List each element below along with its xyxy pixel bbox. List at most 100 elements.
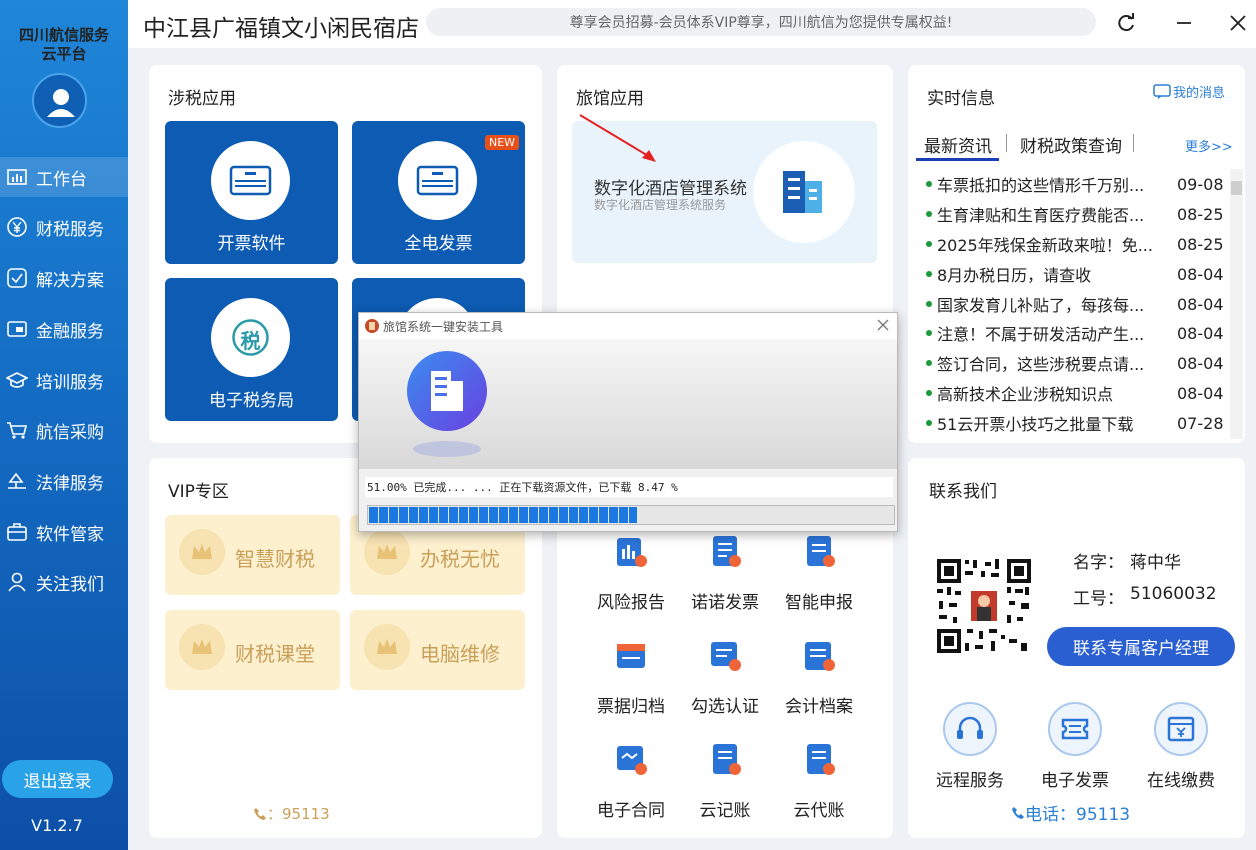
news-item[interactable]: 51云开票小技巧之批量下载 07-28: [926, 408, 1226, 438]
contact-phone-number: 电话：95113: [1025, 805, 1131, 825]
tab-divider: [1133, 134, 1134, 152]
crown-icon: [179, 624, 225, 670]
toolbox-icon: [7, 523, 27, 541]
close-icon[interactable]: [1225, 10, 1251, 36]
news-date: 08-25: [1177, 234, 1224, 254]
e-invoice-tile[interactable]: NEW 全电发票: [352, 121, 525, 264]
service-accounting-archive[interactable]: 会计档案: [774, 636, 864, 717]
service-bill-archive[interactable]: 票据归档: [586, 636, 676, 717]
app-icon: [365, 319, 379, 333]
logout-button[interactable]: 退出登录: [2, 760, 113, 798]
my-messages-link[interactable]: 我的消息: [1153, 82, 1225, 101]
news-title: 签订合同，这些涉税要点请...: [937, 355, 1145, 374]
tile-icon-bg: [211, 141, 290, 220]
icon-circle: [1048, 702, 1102, 756]
service-smart-filing[interactable]: 智能申报: [774, 532, 864, 613]
sidebar-item-training[interactable]: 培训服务: [0, 360, 128, 400]
online-payment-service[interactable]: 在线缴费: [1131, 702, 1231, 791]
scroll-thumb[interactable]: [1231, 181, 1242, 195]
realtime-title: 实时信息: [927, 89, 995, 109]
folder-icon: [805, 642, 835, 671]
sidebar-item-finance[interactable]: 金融服务: [0, 309, 128, 349]
contact-manager-button[interactable]: 联系专属客户经理: [1047, 627, 1235, 666]
sidebar-item-label: 关注我们: [36, 574, 104, 595]
news-title: 车票抵扣的这些情形千万别...: [937, 176, 1145, 195]
vip-item-smart-tax[interactable]: 智慧财税: [165, 515, 340, 595]
sidebar-item-label: 软件管家: [36, 524, 104, 545]
vip-item-pc-repair[interactable]: 电脑维修: [350, 610, 525, 690]
card-icon: [7, 321, 27, 337]
news-item[interactable]: 8月办税日历，请查收 08-04: [926, 259, 1226, 289]
service-label: 云记账: [699, 801, 751, 821]
service-label: 勾选认证: [691, 697, 759, 717]
qr-code: [935, 557, 1033, 655]
sidebar-item-label: 金融服务: [36, 321, 104, 342]
remote-service[interactable]: 远程服务: [920, 702, 1020, 791]
contact-service-label: 电子发票: [1041, 771, 1109, 791]
news-date: 07-28: [1177, 413, 1224, 433]
brand-line-2: 云平台: [41, 45, 87, 63]
hotel-apps-title: 旅馆应用: [576, 89, 644, 109]
more-news-link[interactable]: 更多>>: [1185, 136, 1233, 155]
contact-phone: 电话：95113: [1011, 800, 1130, 825]
tile-icon-bg: 税: [211, 298, 290, 377]
handshake-icon: [617, 746, 647, 775]
sidebar-item-software[interactable]: 软件管家: [0, 512, 128, 552]
news-item[interactable]: 生育津贴和生育医疗费能否... 08-25: [926, 199, 1226, 229]
sidebar-item-purchase[interactable]: 航信采购: [0, 410, 128, 450]
chart-bar-icon: [7, 169, 27, 185]
installer-dialog: 旅馆系统一键安装工具 51.00% 已完成... ... 正在下载资源文件，已下…: [358, 312, 898, 532]
tile-label: 开票软件: [217, 234, 286, 254]
service-check-verify[interactable]: 勾选认证: [680, 636, 770, 717]
icon-circle: [943, 702, 997, 756]
news-item[interactable]: 国家发育儿补贴了，每孩每... 08-04: [926, 289, 1226, 319]
sidebar-item-label: 工作台: [36, 169, 87, 190]
dialog-title: 旅馆系统一键安装工具: [383, 320, 504, 334]
e-tax-bureau-tile[interactable]: 税 电子税务局: [165, 278, 338, 421]
refresh-icon[interactable]: [1113, 10, 1139, 36]
news-item[interactable]: 签订合同，这些涉税要点请... 08-04: [926, 348, 1226, 378]
service-cloud-bookkeeping[interactable]: 云记账: [680, 740, 770, 821]
service-label: 电子合同: [597, 801, 665, 821]
minimize-icon[interactable]: [1171, 10, 1197, 36]
dialog-close-icon[interactable]: [875, 317, 891, 333]
service-label: 风险报告: [597, 593, 665, 613]
sidebar-item-legal[interactable]: 法律服务: [0, 461, 128, 501]
sidebar-item-label: 法律服务: [36, 473, 104, 494]
bullet: [926, 181, 932, 187]
news-item[interactable]: 2025年残保金新政来啦！免... 08-25: [926, 229, 1226, 259]
notice-banner[interactable]: 尊享会员招募-会员体系VIP尊享，四川航信为您提供专属权益!: [426, 8, 1096, 36]
report-icon: [617, 538, 647, 567]
tab-tax-policy[interactable]: 财税政策查询: [1020, 132, 1122, 157]
news-item[interactable]: 高新技术企业涉税知识点 08-04: [926, 378, 1226, 408]
invoice-machine-icon: [416, 165, 459, 196]
tab-latest-news[interactable]: 最新资讯: [924, 132, 992, 157]
graduation-cap-icon: [6, 372, 28, 388]
avatar[interactable]: [32, 73, 87, 128]
news-scrollbar[interactable]: [1230, 169, 1243, 439]
sidebar-item-tax-service[interactable]: 财税服务: [0, 207, 128, 247]
invoice-software-tile[interactable]: 开票软件: [165, 121, 338, 264]
news-item[interactable]: 注意！不属于研发活动产生... 08-04: [926, 318, 1226, 348]
news-item[interactable]: 车票抵扣的这些情形千万别... 09-08: [926, 169, 1226, 199]
sidebar-item-solutions[interactable]: 解决方案: [0, 258, 128, 298]
contact-title: 联系我们: [929, 482, 997, 502]
name-label: 名字：: [1073, 553, 1124, 573]
vip-item-tax-class[interactable]: 财税课堂: [165, 610, 340, 690]
e-invoice-service[interactable]: 电子发票: [1025, 702, 1125, 791]
sidebar-item-follow[interactable]: 关注我们: [0, 562, 128, 602]
payment-icon: [1167, 716, 1195, 742]
sidebar-item-label: 培训服务: [36, 372, 104, 393]
bullet: [926, 360, 932, 366]
tile-label: 全电发票: [404, 234, 473, 254]
service-nuonuo-invoice[interactable]: 诺诺发票: [680, 532, 770, 613]
headset-icon: [957, 716, 983, 739]
id-label: 工号：: [1073, 589, 1124, 609]
service-risk-report[interactable]: 风险报告: [586, 532, 676, 613]
sidebar-item-workbench[interactable]: 工作台: [0, 157, 128, 197]
service-cloud-agency[interactable]: 云代账: [774, 740, 864, 821]
building-logo-icon: [407, 351, 487, 457]
service-e-contract[interactable]: 电子合同: [586, 740, 676, 821]
crown-icon: [364, 624, 410, 670]
ticket-icon: [1061, 718, 1089, 740]
